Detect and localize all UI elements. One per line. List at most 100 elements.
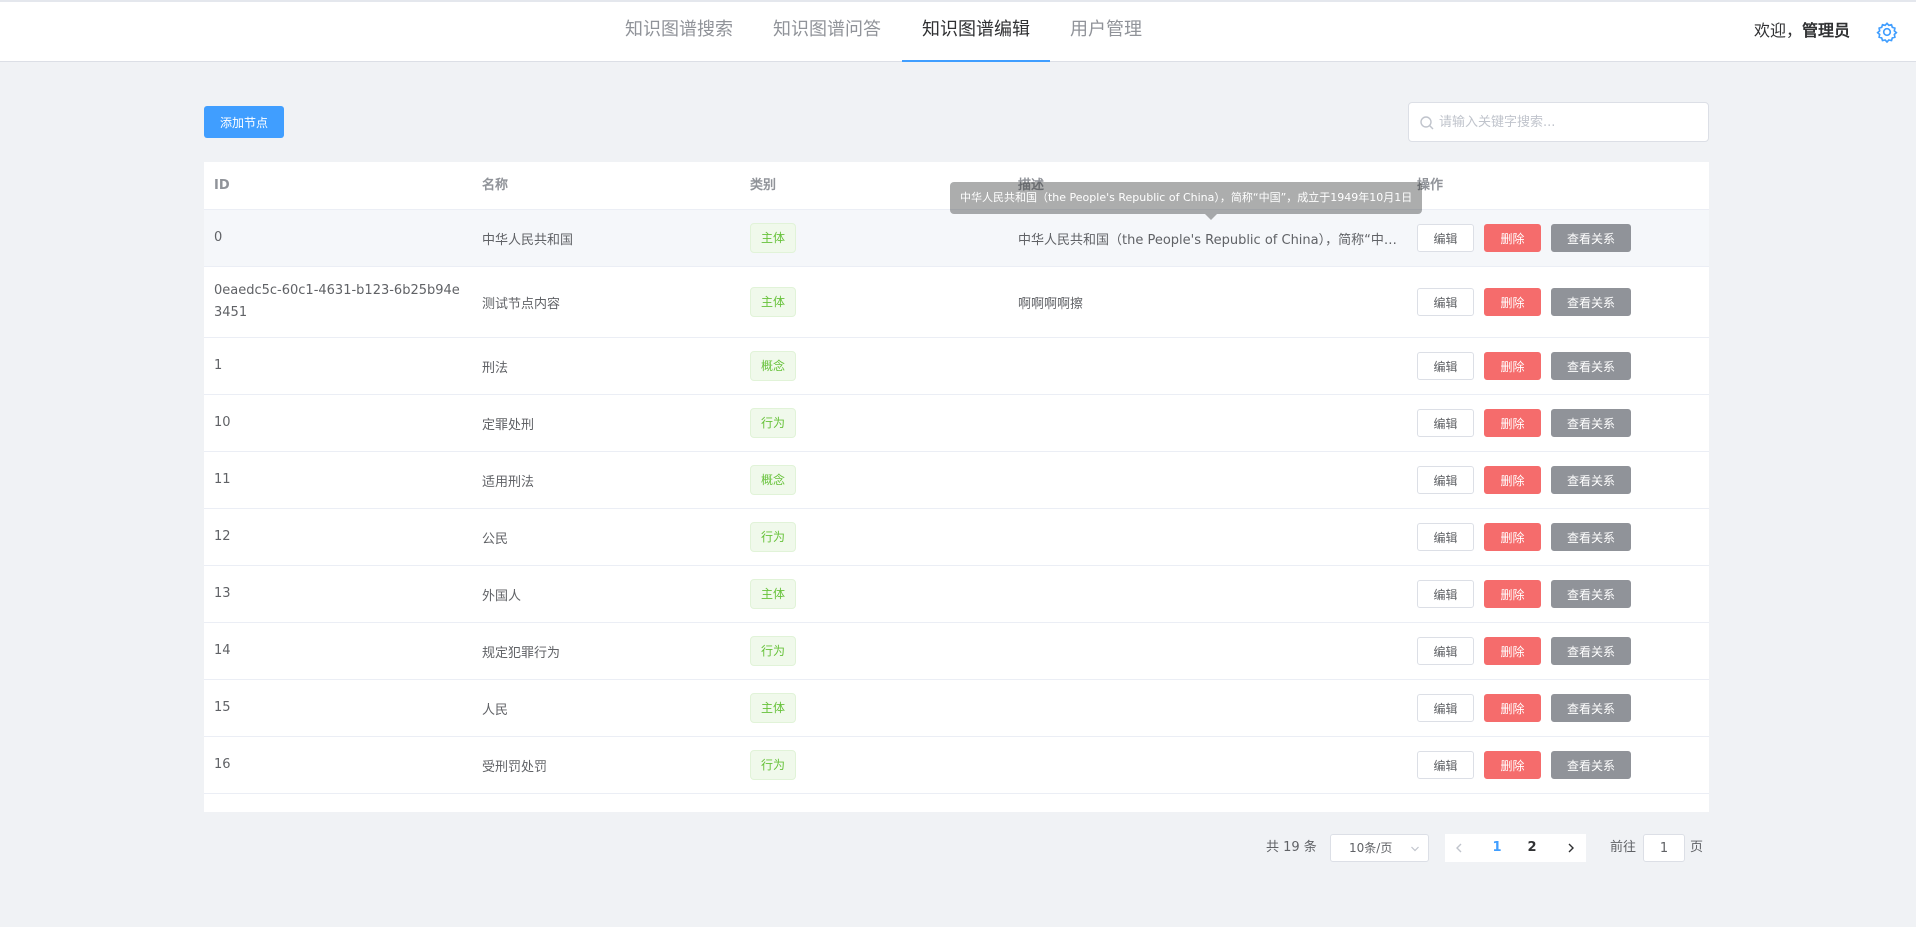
- welcome-prefix: 欢迎，: [1753, 21, 1802, 40]
- edit-button[interactable]: 编辑: [1417, 466, 1474, 494]
- delete-button[interactable]: 删除: [1484, 523, 1541, 551]
- cell-name: 受刑罚处罚: [482, 759, 548, 775]
- edit-button[interactable]: 编辑: [1417, 352, 1474, 380]
- cell-category: 行为: [750, 623, 797, 679]
- table-row: 12 公民 行为 编辑 删除 查看关系: [204, 509, 1709, 566]
- page-number-2[interactable]: 2: [1518, 834, 1546, 862]
- edit-button[interactable]: 编辑: [1417, 694, 1474, 722]
- category-tag: 主体: [750, 223, 797, 253]
- view-relations-button[interactable]: 查看关系: [1551, 352, 1631, 380]
- cell-name: 规定犯罪行为: [482, 645, 561, 661]
- edit-button[interactable]: 编辑: [1417, 288, 1474, 316]
- view-relations-button[interactable]: 查看关系: [1551, 580, 1631, 608]
- delete-button[interactable]: 删除: [1484, 224, 1541, 252]
- nav-kg-search[interactable]: 知识图谱搜索: [614, 2, 744, 62]
- goto-page-input[interactable]: [1643, 834, 1685, 862]
- table-row: 16 受刑罚处罚 行为 编辑 删除 查看关系: [204, 737, 1709, 794]
- cell-id: 12: [214, 529, 231, 544]
- delete-button[interactable]: 删除: [1484, 637, 1541, 665]
- delete-button[interactable]: 删除: [1484, 580, 1541, 608]
- cell-name: 定罪处刑: [482, 417, 535, 433]
- delete-button[interactable]: 删除: [1484, 751, 1541, 779]
- nav-kg-qa[interactable]: 知识图谱问答: [762, 2, 892, 62]
- view-relations-button[interactable]: 查看关系: [1551, 523, 1631, 551]
- view-relations-button[interactable]: 查看关系: [1551, 466, 1631, 494]
- view-relations-button[interactable]: 查看关系: [1551, 694, 1631, 722]
- cell-actions: 编辑 删除 查看关系: [1417, 395, 1631, 451]
- nav-kg-edit[interactable]: 知识图谱编辑: [902, 2, 1050, 62]
- category-tag: 行为: [750, 408, 797, 438]
- cell-description: [1018, 566, 1398, 622]
- search-box: [1408, 102, 1709, 142]
- delete-button[interactable]: 删除: [1484, 694, 1541, 722]
- view-relations-button[interactable]: 查看关系: [1551, 288, 1631, 316]
- page-number-1[interactable]: 1: [1483, 834, 1511, 862]
- cell-id: 15: [214, 700, 231, 715]
- table-row: 14 规定犯罪行为 行为 编辑 删除 查看关系: [204, 623, 1709, 680]
- cell-id: 10: [214, 415, 231, 430]
- gear-icon[interactable]: [1876, 21, 1898, 43]
- top-header: 知识图谱搜索 知识图谱问答 知识图谱编辑 用户管理 欢迎，管理员: [0, 0, 1916, 62]
- cell-name: 测试节点内容: [482, 296, 561, 312]
- delete-button[interactable]: 删除: [1484, 409, 1541, 437]
- cell-id: 11: [214, 472, 231, 487]
- table-row: 0eaedc5c-60c1-4631-b123-6b25b94e3451 测试节…: [204, 267, 1709, 338]
- description-text: 啊啊啊啊擦: [1018, 296, 1084, 312]
- delete-button[interactable]: 删除: [1484, 288, 1541, 316]
- cell-id: 13: [214, 586, 231, 601]
- view-relations-button[interactable]: 查看关系: [1551, 224, 1631, 252]
- view-relations-button[interactable]: 查看关系: [1551, 637, 1631, 665]
- cell-actions: 编辑 删除 查看关系: [1417, 623, 1631, 679]
- chevron-left-icon: [1456, 843, 1462, 853]
- search-icon: [1420, 116, 1434, 130]
- cell-category: 概念: [750, 338, 797, 394]
- edit-button[interactable]: 编辑: [1417, 409, 1474, 437]
- goto-label: 前往: [1610, 840, 1637, 855]
- cell-description: [1018, 395, 1398, 451]
- search-input[interactable]: [1439, 103, 1704, 141]
- view-relations-button[interactable]: 查看关系: [1551, 409, 1631, 437]
- cell-description: [1018, 680, 1398, 736]
- cell-name: 适用刑法: [482, 474, 535, 490]
- cell-name: 公民: [482, 531, 509, 547]
- chevron-down-icon: [1411, 846, 1419, 852]
- prev-page-button[interactable]: [1445, 834, 1473, 862]
- cell-description: [1018, 623, 1398, 679]
- cell-id: 16: [214, 757, 231, 772]
- cell-category: 行为: [750, 395, 797, 451]
- column-header-name: 名称: [482, 178, 509, 193]
- cell-description: [1018, 338, 1398, 394]
- category-tag: 主体: [750, 693, 797, 723]
- cell-actions: 编辑 删除 查看关系: [1417, 680, 1631, 736]
- cell-actions: 编辑 删除 查看关系: [1417, 737, 1631, 793]
- cell-actions: 编辑 删除 查看关系: [1417, 338, 1631, 394]
- table-row: 0 中华人民共和国 主体 中华人民共和国（the People's Republ…: [204, 210, 1709, 267]
- category-tag: 主体: [750, 287, 797, 317]
- next-page-button[interactable]: [1557, 834, 1585, 862]
- welcome-text: 欢迎，管理员: [1754, 2, 1850, 62]
- edit-button[interactable]: 编辑: [1417, 523, 1474, 551]
- cell-category: 主体: [750, 680, 797, 736]
- delete-button[interactable]: 删除: [1484, 352, 1541, 380]
- edit-button[interactable]: 编辑: [1417, 224, 1474, 252]
- category-tag: 概念: [750, 351, 797, 381]
- cell-name: 中华人民共和国: [482, 232, 574, 248]
- cell-category: 主体: [750, 267, 797, 337]
- category-tag: 概念: [750, 465, 797, 495]
- nav-user-management[interactable]: 用户管理: [1060, 2, 1152, 62]
- cell-description: [1018, 737, 1398, 793]
- edit-button[interactable]: 编辑: [1417, 580, 1474, 608]
- category-tag: 行为: [750, 636, 797, 666]
- table-row: 13 外国人 主体 编辑 删除 查看关系: [204, 566, 1709, 623]
- delete-button[interactable]: 删除: [1484, 466, 1541, 494]
- table-row: 15 人民 主体 编辑 删除 查看关系: [204, 680, 1709, 737]
- add-node-button[interactable]: 添加节点: [204, 106, 284, 138]
- edit-button[interactable]: 编辑: [1417, 637, 1474, 665]
- cell-actions: 编辑 删除 查看关系: [1417, 452, 1631, 508]
- edit-button[interactable]: 编辑: [1417, 751, 1474, 779]
- page-size-select[interactable]: 10条/页: [1330, 834, 1429, 862]
- cell-id: 1: [214, 358, 223, 373]
- cell-actions: 编辑 删除 查看关系: [1417, 566, 1631, 622]
- cell-name: 人民: [482, 702, 509, 718]
- view-relations-button[interactable]: 查看关系: [1551, 751, 1631, 779]
